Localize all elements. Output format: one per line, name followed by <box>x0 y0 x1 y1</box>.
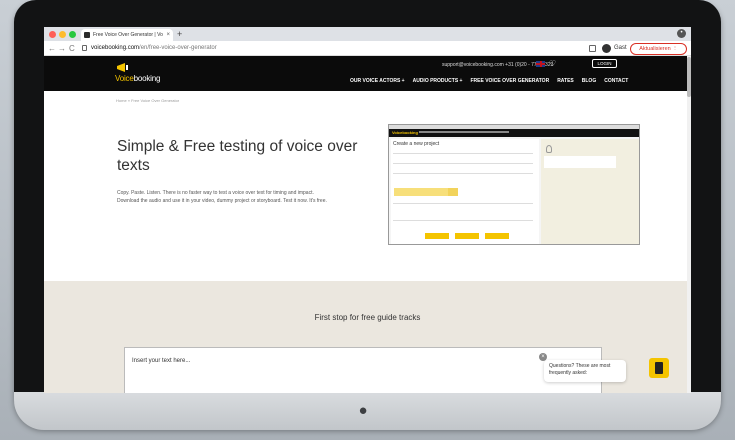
hero-description: Copy. Paste. Listen. There is no faster … <box>117 190 327 204</box>
browser-screen: Free Voice Over Generator | Vo × + • ← →… <box>44 27 691 393</box>
nav-item-voice-actors[interactable]: OUR VOICE ACTORS + <box>350 78 405 84</box>
section-title: First stop for free guide tracks <box>314 313 421 322</box>
guest-profile-icon[interactable] <box>602 44 611 53</box>
nav-item-audio-products[interactable]: AUDIO PRODUCTS + <box>413 78 463 84</box>
browser-tab[interactable]: Free Voice Over Generator | Vo × <box>81 29 173 41</box>
site-header: Voicebooking support@voicebooking.com +3… <box>44 56 691 91</box>
preview-highlight <box>448 188 458 196</box>
url-path: /en/free-voice-over-generator <box>139 45 217 51</box>
heart-icon[interactable]: ♡ <box>549 59 556 68</box>
preview-highlight <box>394 188 448 196</box>
browser-toolbar: ← → C voicebooking.com/en/free-voice-ove… <box>44 41 691 56</box>
login-button[interactable]: LOGIN <box>592 59 617 68</box>
product-preview-image: Voicebooking Create a new project <box>388 124 640 245</box>
update-button[interactable]: Aktualisieren ⋮ <box>630 42 687 55</box>
maximize-window-icon[interactable] <box>69 31 76 38</box>
preview-help-panel <box>541 139 639 244</box>
window-control-icon[interactable]: • <box>677 29 686 38</box>
scrollbar-thumb[interactable] <box>687 57 691 97</box>
preview-logo: Voicebooking <box>392 130 418 135</box>
chat-widget-icon[interactable] <box>649 358 669 378</box>
page-title: Simple & Free testing of voice over text… <box>117 138 358 174</box>
new-tab-icon[interactable]: + <box>177 28 182 40</box>
minimize-window-icon[interactable] <box>59 31 66 38</box>
preview-button <box>455 233 479 239</box>
voice-text-input[interactable] <box>124 347 602 393</box>
lock-icon[interactable] <box>82 45 87 51</box>
nav-item-blog[interactable]: BLOG <box>582 78 596 84</box>
preview-button <box>485 233 509 239</box>
site-logo[interactable]: Voicebooking <box>115 74 160 83</box>
preview-field-line <box>393 173 533 174</box>
nav-item-voice-over-generator[interactable]: FREE VOICE OVER GENERATOR <box>470 78 549 84</box>
preview-nav <box>419 131 509 133</box>
tab-bar: Free Voice Over Generator | Vo × + • <box>44 27 691 41</box>
apple-logo-icon: ● <box>358 402 368 419</box>
megaphone-logo-icon[interactable] <box>116 62 132 73</box>
preview-field-line <box>393 203 533 204</box>
tab-close-icon[interactable]: × <box>166 32 170 38</box>
back-arrow-icon[interactable]: ← <box>48 43 56 54</box>
url-host: voicebooking.com <box>91 45 140 51</box>
preview-help-card <box>544 156 616 168</box>
preview-button <box>425 233 449 239</box>
uk-flag-icon[interactable] <box>536 61 545 67</box>
guest-label[interactable]: Gast <box>614 43 627 54</box>
close-window-icon[interactable] <box>49 31 56 38</box>
preview-field-line <box>393 153 533 154</box>
address-bar[interactable]: voicebooking.com/en/free-voice-over-gene… <box>91 43 217 54</box>
text-input-placeholder[interactable]: Insert your text here... <box>132 358 190 364</box>
logo-word: booking <box>133 74 161 83</box>
main-navigation: OUR VOICE ACTORS + AUDIO PRODUCTS + FREE… <box>350 78 628 84</box>
update-button-label: Aktualisieren <box>639 45 671 52</box>
preview-field-line <box>393 220 533 221</box>
breadcrumb[interactable]: Home » Free Voice Over Generator <box>116 98 179 103</box>
logo-accent: Voice <box>115 74 134 83</box>
preview-title: Create a new project <box>393 141 440 147</box>
tab-title: Free Voice Over Generator | Vo <box>93 32 163 38</box>
extension-icon[interactable] <box>589 45 596 52</box>
reload-icon[interactable]: C <box>69 43 75 54</box>
page-scrollbar[interactable] <box>687 56 691 393</box>
forward-arrow-icon[interactable]: → <box>58 43 66 54</box>
nav-item-rates[interactable]: RATES <box>557 78 574 84</box>
faq-bubble[interactable]: Questions? These are most frequently ask… <box>544 360 626 382</box>
lightbulb-icon <box>546 145 552 153</box>
preview-field-line <box>393 163 533 164</box>
nav-item-contact[interactable]: CONTACT <box>604 78 628 84</box>
favicon-icon <box>84 32 90 38</box>
